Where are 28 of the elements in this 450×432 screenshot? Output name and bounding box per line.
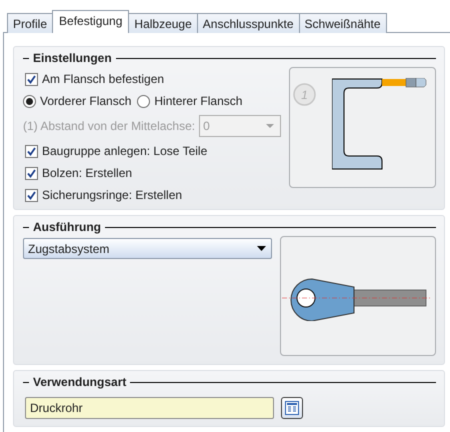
radio-label[interactable]: Hinterer Flansch: [154, 94, 242, 108]
checkbox[interactable]: [25, 166, 38, 180]
group-title: Einstellungen: [33, 51, 112, 65]
radio-button[interactable]: [23, 94, 36, 108]
field-label: (1) Abstand von der Mittelachse:: [23, 119, 196, 133]
caret-icon: [257, 246, 266, 251]
tab[interactable]: Halbzeuge: [128, 13, 198, 33]
marker-icon: 1: [293, 83, 316, 106]
checkbox-label[interactable]: Am Flansch befestigen: [42, 72, 164, 86]
list-icon: [285, 401, 299, 415]
radio-label[interactable]: Vorderer Flansch: [40, 94, 132, 108]
checkbox[interactable]: [25, 144, 38, 158]
tab[interactable]: Profile: [7, 13, 54, 33]
checkbox-label[interactable]: Baugruppe anlegen: Lose Teile: [42, 144, 208, 158]
usage-field[interactable]: Druckrohr: [25, 397, 274, 419]
group-title: Verwendungsart: [33, 375, 126, 389]
checkbox[interactable]: [25, 188, 38, 202]
catalog-button[interactable]: [281, 397, 303, 419]
radio-button[interactable]: [137, 94, 150, 108]
tab[interactable]: Schweißnähte: [298, 13, 387, 33]
checkbox-label[interactable]: Sicherungsringe: Erstellen: [42, 188, 182, 202]
tab[interactable]: Befestigung: [52, 10, 130, 33]
group-title: Ausführung: [33, 220, 101, 234]
caret-icon: [266, 124, 274, 128]
checkbox-label[interactable]: Bolzen: Erstellen: [42, 166, 132, 180]
execution-dropdown[interactable]: Zugstabsystem: [23, 238, 272, 259]
checkbox[interactable]: [25, 72, 38, 86]
tab[interactable]: Anschlusspunkte: [196, 13, 300, 33]
